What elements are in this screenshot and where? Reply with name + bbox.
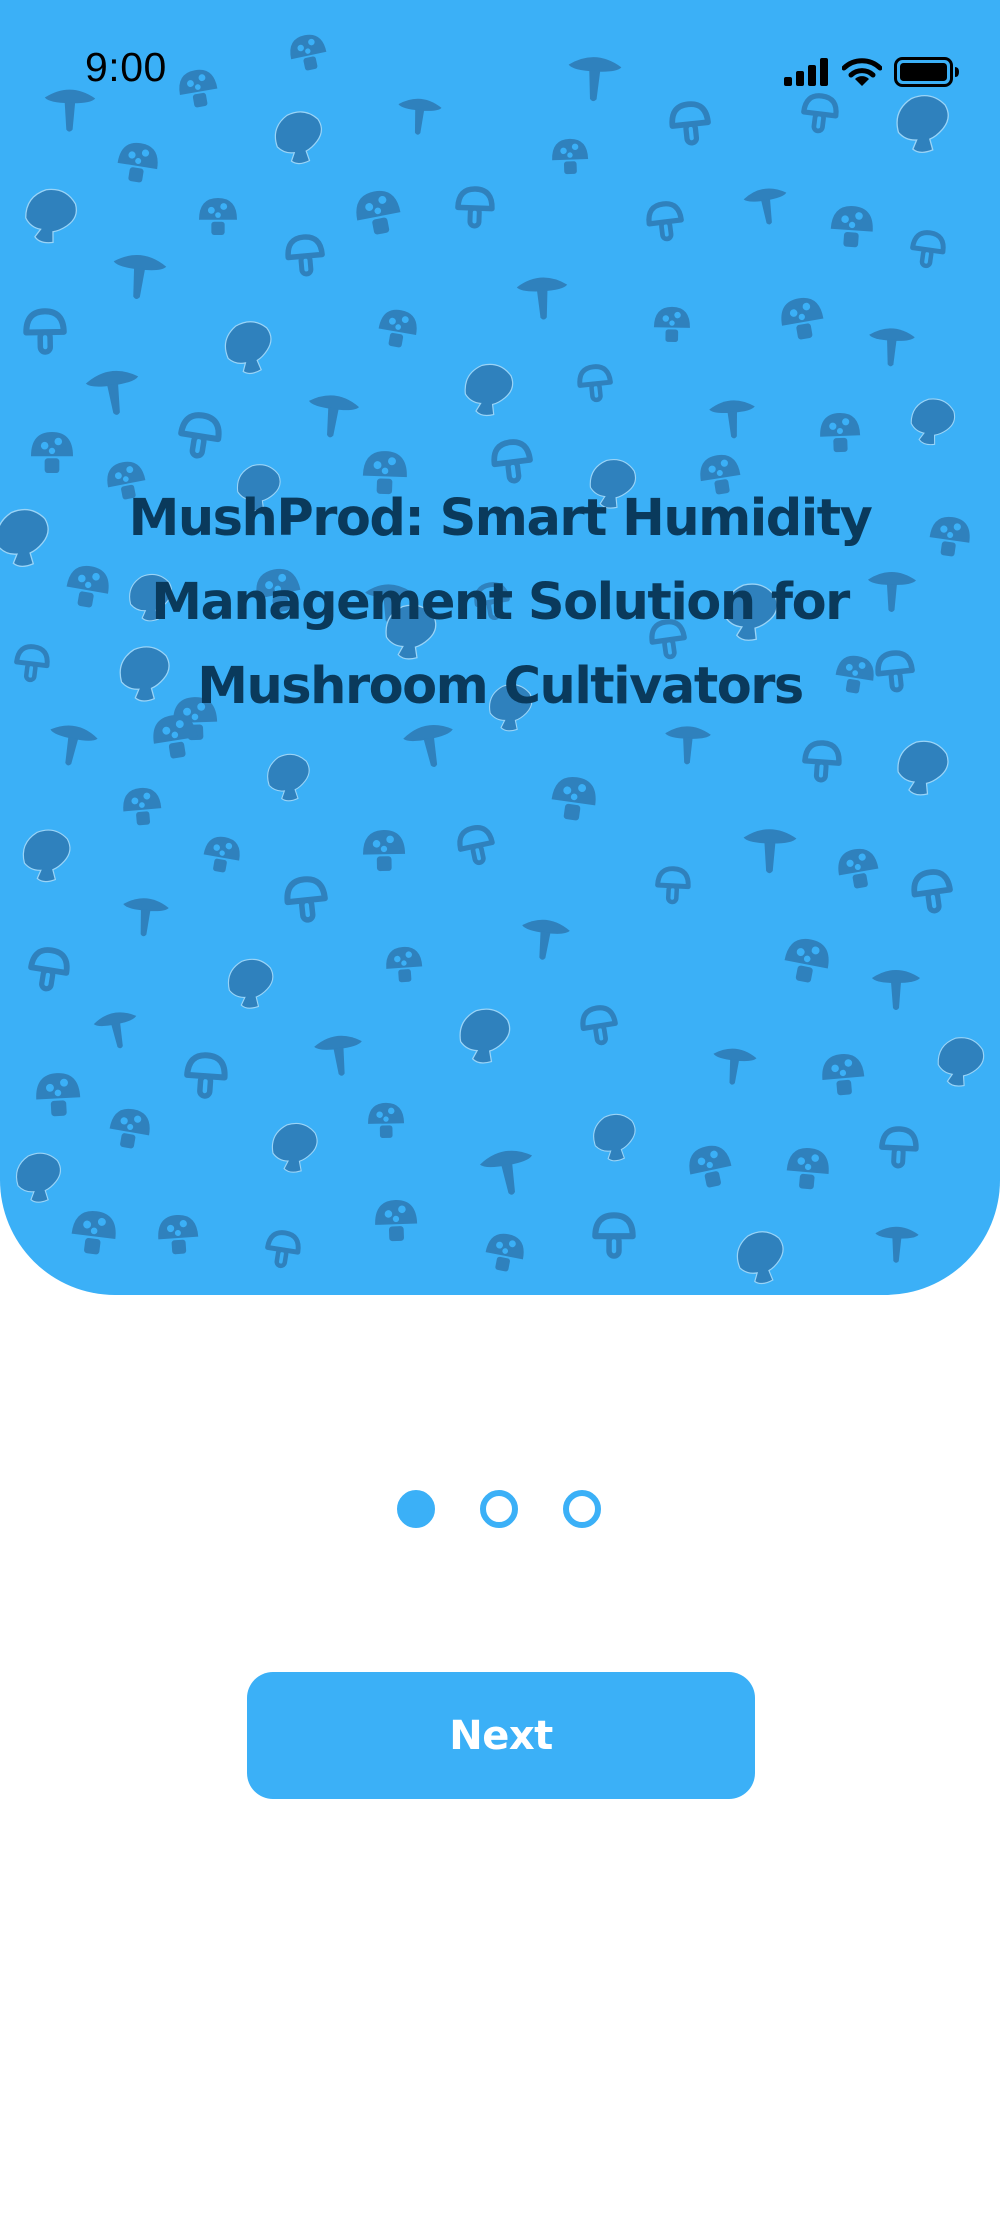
- mushroom-icon: [25, 188, 77, 244]
- battery-icon: [894, 57, 960, 87]
- wifi-icon: [841, 57, 883, 87]
- mushroom-icon: [875, 1226, 919, 1263]
- mushroom-icon: [464, 363, 514, 417]
- pagination-dot[interactable]: [397, 1490, 435, 1528]
- mushroom-icon: [265, 1230, 301, 1269]
- next-button[interactable]: Next: [247, 1672, 755, 1799]
- mushroom-icon: [480, 1150, 532, 1195]
- mushroom-icon: [653, 306, 690, 343]
- mushroom-icon: [314, 1035, 362, 1076]
- mushroom-icon: [577, 364, 613, 403]
- mushroom-icon: [655, 866, 691, 905]
- mushroom-icon: [368, 1102, 405, 1139]
- status-time: 9:00: [85, 44, 167, 90]
- mushroom-icon: [802, 740, 842, 783]
- mushroom-icon: [158, 1215, 199, 1255]
- mushroom-icon: [224, 321, 272, 375]
- mushroom-icon: [781, 297, 824, 340]
- mushroom-icon: [743, 829, 797, 874]
- mushroom-icon: [551, 776, 596, 821]
- mushroom-icon: [356, 190, 401, 235]
- mushroom-icon: [113, 255, 167, 300]
- mushroom-icon: [485, 1233, 524, 1272]
- mushroom-icon: [178, 412, 222, 459]
- hero-banner: 9:00 MushProd: Smart Humidity Management…: [0, 0, 1000, 1295]
- mushroom-icon: [743, 188, 787, 225]
- pagination-dots: [397, 1490, 601, 1528]
- mushroom-icon: [386, 946, 423, 983]
- mushroom-icon: [308, 395, 360, 438]
- mushroom-icon: [123, 787, 162, 826]
- mushroom-icon: [455, 186, 495, 229]
- mushroom-icon: [271, 1122, 318, 1173]
- mushroom-icon: [646, 201, 684, 242]
- mushroom-icon: [879, 1126, 919, 1169]
- mushroom-icon: [22, 829, 71, 883]
- mushroom-icon: [822, 1054, 865, 1096]
- mushroom-icon: [937, 1037, 985, 1087]
- mushroom-icon: [71, 1211, 116, 1255]
- mushroom-icon: [199, 197, 237, 235]
- mushroom-icon: [713, 1048, 757, 1085]
- mushroom-icon: [36, 1073, 81, 1117]
- mushroom-icon: [784, 938, 829, 983]
- mushroom-icon: [516, 277, 568, 320]
- mushroom-icon: [592, 1212, 636, 1259]
- status-icons: [784, 54, 960, 90]
- status-bar: 9:00: [0, 0, 1000, 140]
- mushroom-icon: [85, 370, 139, 415]
- mushroom-icon: [872, 970, 920, 1010]
- mushroom-icon: [552, 138, 589, 175]
- mushroom-icon: [267, 753, 310, 802]
- mushroom-icon: [378, 309, 417, 348]
- mushroom-icon: [911, 869, 953, 914]
- mushroom-icon: [0, 508, 49, 568]
- mushroom-icon: [897, 740, 949, 796]
- mushroom-icon: [459, 1008, 511, 1064]
- mushroom-icon: [203, 836, 240, 873]
- mushroom-icon: [285, 234, 325, 277]
- mushroom-icon: [593, 1113, 636, 1162]
- mushroom-icon: [31, 432, 73, 473]
- pagination-dot[interactable]: [563, 1490, 601, 1528]
- mushroom-icon: [117, 142, 158, 183]
- pagination-dot[interactable]: [480, 1490, 518, 1528]
- mushroom-icon: [689, 1145, 732, 1188]
- mushroom-icon: [109, 1108, 150, 1149]
- mushroom-icon: [820, 413, 861, 453]
- mushroom-icon: [363, 830, 406, 872]
- mushroom-icon: [830, 206, 873, 248]
- mushroom-icon: [28, 947, 70, 992]
- mushroom-icon: [910, 230, 946, 269]
- mushroom-icon: [910, 398, 956, 446]
- mushroom-icon: [284, 876, 328, 923]
- mushroom-icon: [522, 919, 570, 960]
- mushroom-icon: [23, 308, 67, 355]
- mushroom-icon: [838, 848, 879, 889]
- mushroom-icon: [93, 1012, 137, 1049]
- cellular-signal-icon: [784, 58, 830, 86]
- mushroom-icon: [929, 516, 970, 557]
- mushroom-icon: [14, 644, 50, 683]
- mushroom-icon: [375, 1200, 418, 1242]
- mushroom-icon: [665, 726, 711, 765]
- mushroom-icon: [869, 328, 915, 367]
- mushroom-icon: [123, 898, 169, 937]
- mushroom-icon: [786, 1148, 829, 1190]
- mushroom-icon: [227, 958, 274, 1009]
- mushroom-icon: [580, 1005, 618, 1046]
- page-title: MushProd: Smart Humidity Management Solu…: [128, 489, 873, 716]
- mushroom-icon: [15, 1152, 61, 1203]
- mushroom-icon: [184, 1052, 228, 1099]
- mushroom-icon: [736, 1231, 784, 1285]
- mushroom-icon: [457, 825, 495, 866]
- mushroom-icon: [709, 400, 755, 439]
